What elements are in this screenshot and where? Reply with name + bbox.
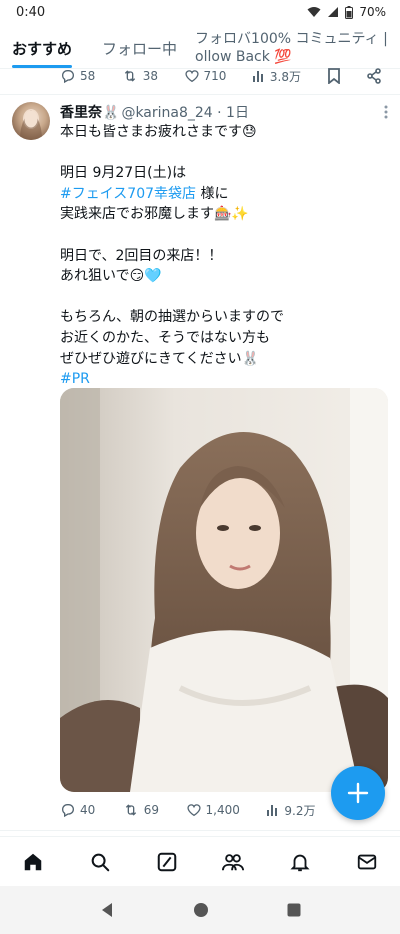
tab-recommended[interactable]: おすすめ (0, 28, 84, 68)
reply-icon (62, 804, 74, 818)
back-icon[interactable] (99, 902, 115, 918)
retweet-icon (125, 804, 136, 816)
timeline-tabs: おすすめ フォロー中 フォロバ100% コミュニティ | ollow Back … (0, 28, 400, 68)
more-options-icon[interactable] (384, 104, 388, 123)
home-circle-icon[interactable] (193, 902, 209, 918)
avatar[interactable] (12, 102, 50, 140)
reply-icon (62, 70, 74, 84)
pr-hashtag-link[interactable]: #PR (60, 369, 392, 390)
tweet-line: お近くのかた、そうではない方も (60, 329, 270, 346)
views-button[interactable]: 9.2万 (266, 802, 315, 819)
plus-icon (347, 782, 369, 804)
tweet-line-rest: 様に (196, 185, 229, 202)
nav-communities[interactable] (213, 842, 253, 882)
prev-like-button[interactable]: 710 (184, 68, 227, 84)
like-button[interactable]: 1,400 (186, 802, 240, 818)
heart-icon (186, 804, 201, 817)
tweet-header: 香里奈🐰 @karina8_24 · 1日 (60, 102, 370, 122)
tweet-text: 本日も皆さまお疲れさまです😓 明日 9月27日(土)は #フェイス707幸袋店 … (60, 122, 392, 390)
battery-icon (345, 5, 354, 19)
nav-home[interactable] (13, 842, 53, 882)
search-icon (91, 853, 110, 871)
status-icons: 70% (307, 5, 386, 19)
bookmark-icon (327, 68, 340, 84)
portrait-photo-image (60, 388, 388, 792)
prev-retweet-count: 38 (142, 69, 159, 83)
tweet-line: ぜひぜひ遊びにきてください🐰 (60, 350, 260, 367)
prev-views-button[interactable]: 3.8万 (252, 68, 301, 85)
nav-notifications[interactable] (280, 842, 320, 882)
tweet-line: あれ狙いで😏🩵 (60, 268, 162, 285)
mail-icon (357, 854, 376, 869)
prev-like-count: 710 (203, 69, 227, 83)
tweet-bottom-divider (0, 830, 400, 831)
prev-share-button[interactable] (366, 68, 382, 84)
views-icon (267, 805, 278, 816)
bell-icon (290, 854, 310, 871)
tab-recommended-label: おすすめ (12, 39, 73, 58)
tweet-line: 明日で、2回目の来店！！ (60, 247, 223, 264)
prev-reply-count: 58 (80, 69, 96, 83)
tab-community-line2: ollow Back 💯 (195, 49, 292, 65)
prev-bookmark-button[interactable] (327, 68, 341, 84)
prev-retweet-button[interactable]: 38 (121, 68, 158, 84)
status-time: 0:40 (16, 4, 46, 20)
tweet-line: 実践来店でお邪魔します🎰✨ (60, 206, 249, 223)
status-bar: 0:40 70% (0, 0, 400, 24)
views-icon (252, 71, 263, 82)
views-count: 9.2万 (284, 803, 316, 818)
tweet-divider (0, 94, 400, 95)
communities-icon (222, 853, 245, 870)
tweet-line: もちろん、朝の抽選からいますので (60, 309, 284, 326)
retweet-count: 69 (143, 803, 160, 817)
reply-count: 40 (80, 803, 96, 817)
tweet-line: 明日 9月27日(土)は (60, 165, 187, 182)
battery-level: 70% (359, 5, 386, 19)
retweet-icon (124, 70, 135, 82)
bottom-navigation (0, 836, 400, 886)
tab-community[interactable]: フォロバ100% コミュニティ | ollow Back 💯 (189, 28, 388, 68)
retweet-button[interactable]: 69 (122, 802, 159, 818)
author-handle-time: @karina8_24 · 1日 (121, 105, 249, 121)
prev-reply-button[interactable]: 58 (60, 68, 95, 84)
nav-messages[interactable] (347, 842, 387, 882)
grok-icon (157, 852, 176, 871)
prev-tweet-actions: 58 38 710 3.8万 (60, 66, 382, 86)
recents-icon[interactable] (287, 903, 301, 917)
home-icon (25, 853, 42, 870)
system-navigation-bar (0, 886, 400, 934)
reply-button[interactable]: 40 (60, 802, 95, 818)
signal-icon (328, 7, 339, 17)
nav-search[interactable] (80, 842, 120, 882)
tweet-line: 本日も皆さまお疲れさまです😓 (60, 124, 257, 140)
tab-following[interactable]: フォロー中 (84, 28, 189, 68)
wifi-icon (307, 7, 321, 17)
tab-following-label: フォロー中 (102, 39, 178, 58)
hashtag-link[interactable]: #フェイス707幸袋店 (60, 186, 196, 202)
heart-icon (184, 70, 199, 83)
like-count: 1,400 (205, 803, 240, 817)
tweet-line: #フェイス707幸袋店 様に (60, 184, 392, 205)
tweet-photo[interactable] (60, 388, 388, 792)
compose-button[interactable] (331, 766, 385, 820)
share-icon (367, 68, 381, 84)
author-name[interactable]: 香里奈🐰 (60, 102, 119, 122)
prev-views-count: 3.8万 (269, 69, 302, 84)
nav-grok[interactable] (147, 842, 187, 882)
tab-community-line1: フォロバ100% コミュニティ | (195, 31, 388, 47)
